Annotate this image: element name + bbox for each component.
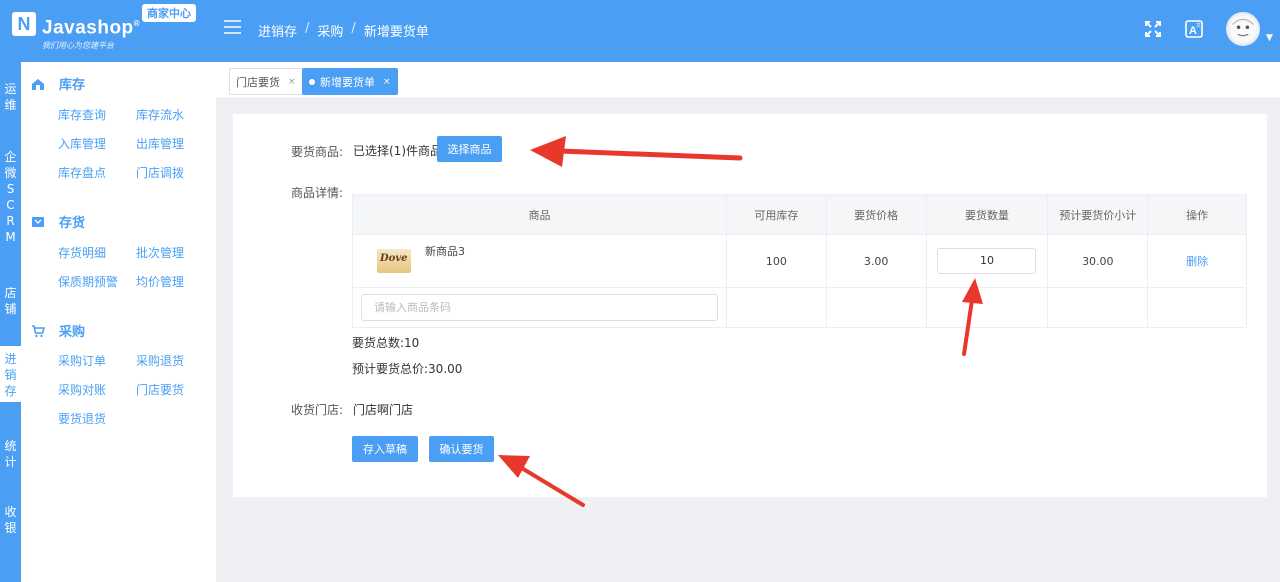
column-header: 要货价格 xyxy=(825,194,927,235)
sidebar-item-avg-price[interactable]: 均价管理 xyxy=(136,273,184,290)
breadcrumb-item[interactable]: 采购 xyxy=(317,21,343,40)
logo[interactable]: N Javashop® 我们用心为您建平台 xyxy=(12,12,140,51)
sidebar-group-title: 存货 xyxy=(59,216,86,231)
row-subtotal: 30.00 xyxy=(1047,234,1149,288)
breadcrumb-separator: / xyxy=(305,21,310,36)
sidebar-group-purchase: 采购 xyxy=(31,321,85,340)
sidebar-item-inventory-detail[interactable]: 存货明细 xyxy=(58,244,106,261)
confirm-requisition-button[interactable]: 确认要货 xyxy=(429,436,494,462)
details-label: 商品详情: xyxy=(290,186,343,200)
module-nav: 运 维 企 微 S C R M 店 铺 进 销 存 统 计 收 银 xyxy=(0,62,21,582)
sidebar-item-outbound[interactable]: 出库管理 xyxy=(136,135,184,152)
tab-label: 新增要货单 xyxy=(320,75,375,89)
module-nav-cashier[interactable]: 收 银 xyxy=(0,502,21,538)
sidebar-item-purchase-order[interactable]: 采购订单 xyxy=(58,352,106,369)
tab-label: 门店要货 xyxy=(236,75,280,89)
total-price-label: 预计要货总价: xyxy=(352,362,429,376)
sidebar-item-stock-query[interactable]: 库存查询 xyxy=(58,106,106,123)
user-avatar[interactable] xyxy=(1226,12,1260,46)
goods-label: 要货商品: xyxy=(290,145,343,159)
module-nav-scrm[interactable]: 企 微 S C R M xyxy=(0,147,21,247)
table-row: Dove 新商品3 100 3.00 10 30.00 删除 xyxy=(352,234,1247,288)
select-goods-button[interactable]: 选择商品 xyxy=(437,136,502,162)
sidebar: 库存 库存查询 库存流水 入库管理 出库管理 库存盘点 门店调拨 存货 存货明细… xyxy=(21,62,216,582)
sidebar-item-purchase-return[interactable]: 采购退货 xyxy=(136,352,184,369)
product-name: 新商品3 xyxy=(425,245,465,258)
menu-toggle-icon[interactable] xyxy=(224,20,241,34)
fullscreen-icon[interactable] xyxy=(1144,20,1162,38)
breadcrumb-separator: / xyxy=(351,21,356,36)
column-header: 预计要货价小计 xyxy=(1047,194,1149,235)
sidebar-item-store-requisition[interactable]: 门店要货 xyxy=(136,381,184,398)
sidebar-item-stock-flow[interactable]: 库存流水 xyxy=(136,106,184,123)
tab-store-requisition[interactable]: 门店要货 × xyxy=(229,68,303,95)
tab-new-requisition[interactable]: 新增要货单 × xyxy=(302,68,398,95)
total-qty-label: 要货总数: xyxy=(352,336,405,350)
requisition-price: 3.00 xyxy=(825,234,927,288)
merchant-center-badge: 商家中心 xyxy=(142,4,196,22)
module-nav-inventory[interactable]: 进 销 存 xyxy=(0,346,21,402)
sidebar-item-inbound[interactable]: 入库管理 xyxy=(58,135,106,152)
sidebar-group-title: 采购 xyxy=(59,325,86,340)
svg-text:文: 文 xyxy=(1196,22,1201,29)
sidebar-group-stock: 库存 xyxy=(31,74,85,93)
logo-name: Javashop xyxy=(42,17,134,39)
close-icon[interactable]: × xyxy=(288,77,296,87)
sidebar-item-purchase-reconcile[interactable]: 采购对账 xyxy=(58,381,106,398)
barcode-row: 请输入商品条码 xyxy=(352,287,1247,328)
column-header: 操作 xyxy=(1147,194,1247,235)
top-header: N Javashop® 我们用心为您建平台 商家中心 进销存 / 采购 / 新增… xyxy=(0,0,1280,62)
delete-link[interactable]: 删除 xyxy=(1186,255,1208,268)
save-draft-button[interactable]: 存入草稿 xyxy=(352,436,418,462)
total-price: 预计要货总价:30.00 xyxy=(352,360,462,377)
sidebar-item-expiry-warning[interactable]: 保质期预警 xyxy=(58,273,118,290)
sidebar-item-store-transfer[interactable]: 门店调拨 xyxy=(136,164,184,181)
store-value: 门店啊门店 xyxy=(353,403,414,417)
requisition-form-card: 要货商品: 已选择(1)件商品 选择商品 商品详情: 商品 可用库存 要货价格 … xyxy=(233,114,1267,497)
goods-table: 商品 可用库存 要货价格 要货数量 预计要货价小计 操作 Dove 新商品3 1… xyxy=(352,194,1247,328)
column-header: 可用库存 xyxy=(725,194,827,235)
sidebar-group-inventory: 存货 xyxy=(31,212,85,231)
active-dot-icon xyxy=(309,78,315,85)
module-nav-stats[interactable]: 统 计 xyxy=(0,436,21,472)
breadcrumb: 进销存 / 采购 / 新增要货单 xyxy=(258,21,429,40)
sidebar-item-batch[interactable]: 批次管理 xyxy=(136,244,184,261)
product-thumbnail: Dove xyxy=(377,249,411,273)
product-thumbnail-brand: Dove xyxy=(380,253,408,264)
language-icon[interactable]: A 文 xyxy=(1185,20,1203,38)
barcode-input[interactable]: 请输入商品条码 xyxy=(361,294,718,321)
module-nav-shop[interactable]: 店 铺 xyxy=(0,283,21,319)
home-icon xyxy=(32,78,44,90)
total-qty-value: 10 xyxy=(404,336,420,350)
inventory-icon xyxy=(32,216,44,227)
chevron-down-icon[interactable]: ▼ xyxy=(1266,33,1273,43)
module-nav-ops[interactable]: 运 维 xyxy=(0,79,21,115)
sidebar-group-title: 库存 xyxy=(59,78,86,93)
logo-registered: ® xyxy=(133,19,141,28)
breadcrumb-item: 新增要货单 xyxy=(363,25,429,40)
goods-selected-count: 已选择(1)件商品 xyxy=(353,144,442,158)
close-icon[interactable]: × xyxy=(383,77,391,87)
total-price-value: 30.00 xyxy=(428,362,463,376)
logo-mark: N xyxy=(12,12,36,36)
sidebar-item-requisition-return[interactable]: 要货退货 xyxy=(58,410,106,427)
column-header: 要货数量 xyxy=(925,194,1049,235)
cart-icon xyxy=(32,324,45,337)
sidebar-item-stocktake[interactable]: 库存盘点 xyxy=(58,164,106,181)
store-label: 收货门店: xyxy=(290,403,343,417)
breadcrumb-item[interactable]: 进销存 xyxy=(258,21,297,40)
total-qty: 要货总数:10 xyxy=(352,334,419,351)
available-stock: 100 xyxy=(725,234,827,288)
tabs-bar: 门店要货 × 新增要货单 × xyxy=(216,62,1280,99)
column-header: 商品 xyxy=(352,194,727,235)
logo-slogan: 我们用心为您建平台 xyxy=(42,41,114,51)
quantity-input[interactable]: 10 xyxy=(937,248,1037,274)
